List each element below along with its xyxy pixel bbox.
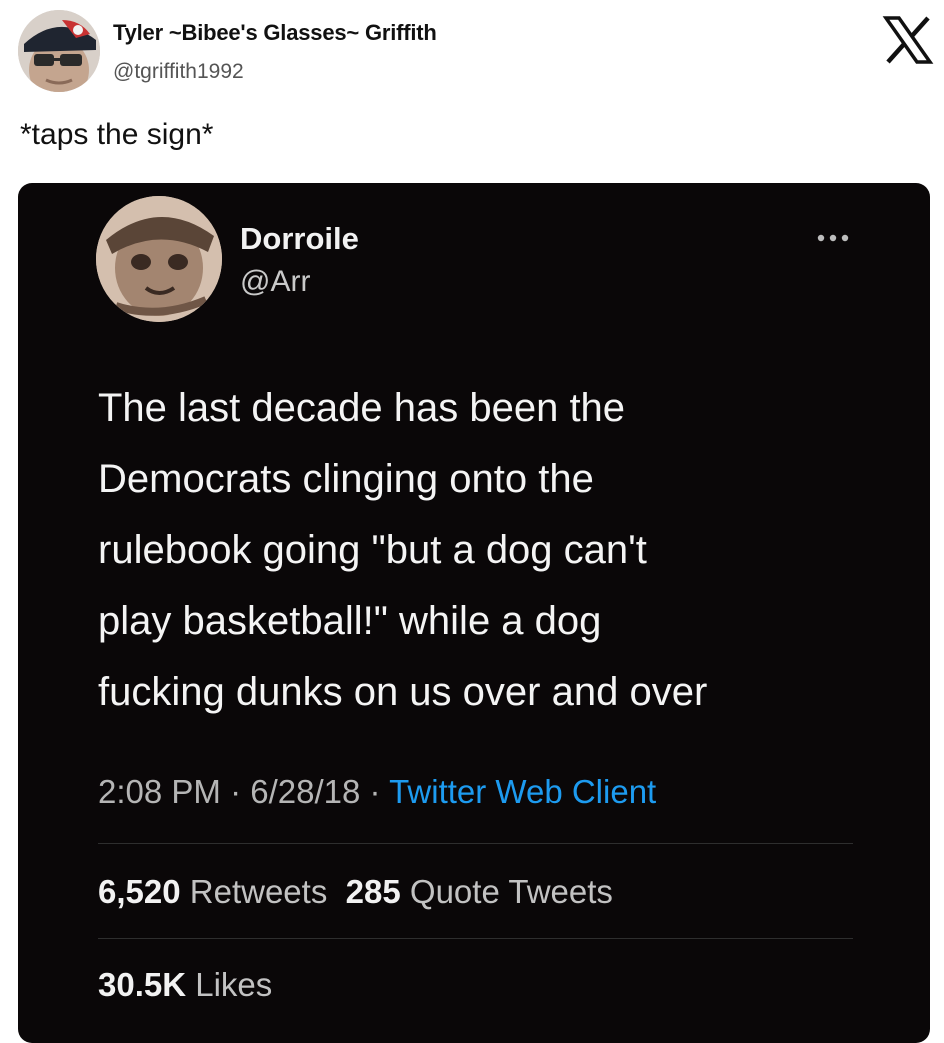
likes-stat-row[interactable]: 30.5K Likes [98,966,272,1004]
tweet-time[interactable]: 2:08 PM [98,773,221,810]
quote-tweets-label: Quote Tweets [409,873,613,910]
retweets-count: 6,520 [98,873,181,910]
x-logo-icon [882,14,934,66]
outer-author-handle[interactable]: @tgriffith1992 [113,60,244,84]
avatar-portrait-icon [18,10,100,92]
tweet-metadata: 2:08 PM · 6/28/18 · Twitter Web Client [98,773,656,811]
tweet-text-line: The last decade has been the [98,386,626,430]
divider [98,938,853,939]
avatar-portrait-icon [96,196,222,322]
quote-tweets-count: 285 [345,873,401,910]
quoted-tweet-card: Dorroile @Arr The last decade has been t… [18,183,930,1043]
meta-separator: · [220,773,251,810]
outer-tweet-text: *taps the sign* [20,118,214,151]
quote-tweets-stat[interactable]: 285 Quote Tweets [346,873,613,910]
tweet-text-line: play basketball!" while a dog [98,599,602,643]
quoted-author-avatar[interactable] [96,196,222,322]
quoted-author-handle[interactable]: @Arr [240,265,310,299]
likes-label: Likes [195,966,273,1003]
divider [98,843,853,844]
tweet-date[interactable]: 6/28/18 [250,773,360,810]
meta-separator: · [360,773,390,810]
outer-author-avatar[interactable] [18,10,100,92]
quoted-tweet-text: The last decade has been the Democrats c… [98,373,878,728]
tweet-text-line: Democrats clinging onto the [98,457,594,501]
engagement-stats-row: 6,520 Retweets 285 Quote Tweets [98,873,613,911]
quoted-author-name[interactable]: Dorroile [240,221,359,257]
more-options-icon[interactable] [816,230,850,242]
retweets-stat[interactable]: 6,520 Retweets [98,873,327,910]
tweet-text-line: rulebook going "but a dog can't [98,528,647,572]
outer-author-name[interactable]: Tyler ~Bibee's Glasses~ Griffith [113,20,437,46]
tweet-client-link[interactable]: Twitter Web Client [389,773,656,810]
tweet-text-line: fucking dunks on us over and over [98,670,708,714]
likes-count: 30.5K [98,966,187,1003]
retweets-label: Retweets [189,873,328,910]
